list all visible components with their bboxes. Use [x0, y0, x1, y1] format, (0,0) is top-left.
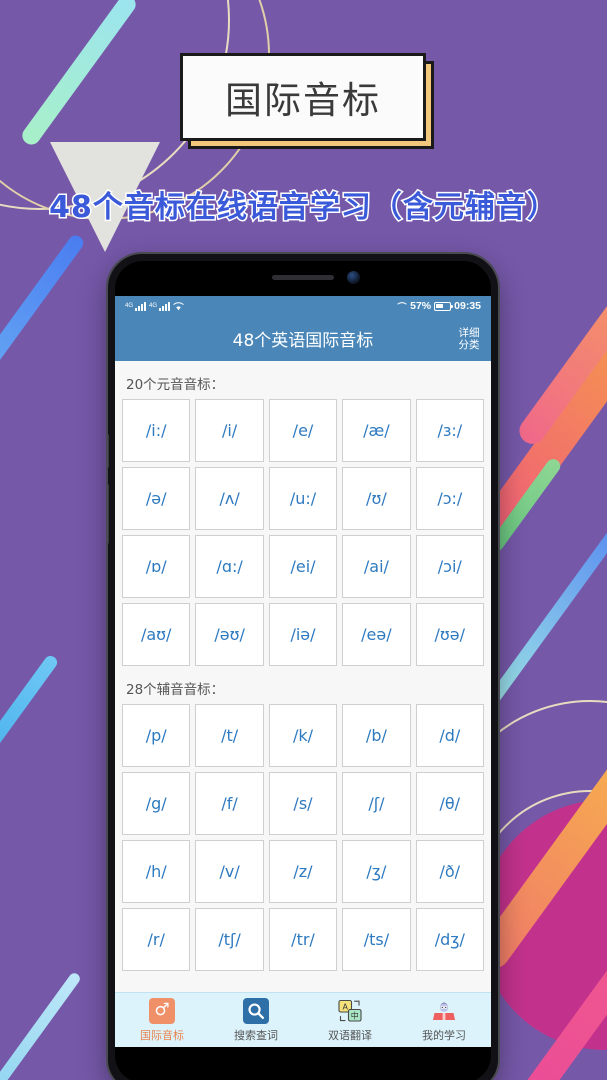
poster-subtitle: 48个音标在线语音学习（含元辅音）: [48, 189, 559, 227]
phonetic-cell[interactable]: /ə/: [122, 467, 191, 530]
app-header-title: 48个英语国际音标: [232, 331, 374, 351]
deco-disc-magenta: [480, 800, 607, 1050]
sim1-network-label: 4G: [125, 303, 134, 309]
bottom-navigation-bar: ♂ 国际音标 搜索查词 A 中 双语翻译 我的学习: [115, 992, 491, 1047]
phonetic-list[interactable]: 20个元音音标： /i:/ /i/ /e/ /æ/ /ɜ:/ /ə/ /ʌ/ /…: [115, 361, 491, 1047]
deco-stripe-cyan-left: [0, 653, 60, 807]
phonetic-cell[interactable]: /v/: [195, 840, 264, 903]
phonetic-cell[interactable]: /θ/: [415, 772, 484, 835]
deco-stripe-orange-mid: [514, 191, 607, 449]
poster-canvas: 国际音标 48个音标在线语音学习（含元辅音） 4G 4G 57% 09:35 4…: [0, 0, 607, 1080]
poster-title-block: 国际音标: [180, 53, 434, 149]
phone-notch-area: [115, 261, 491, 296]
svg-text:A: A: [342, 1002, 348, 1011]
phonetic-cell[interactable]: /ɑ:/: [195, 535, 264, 598]
deco-stripe-green: [487, 456, 563, 554]
deco-stripe-cyan-bottom: [0, 971, 83, 1080]
nav-label-study: 我的学习: [422, 1028, 466, 1042]
status-bar-right: 57% 09:35: [397, 300, 481, 312]
phone-volume-button: [108, 484, 109, 544]
phonetic-cell[interactable]: /ɒ/: [122, 535, 191, 598]
nav-label-phonetic: 国际音标: [140, 1028, 184, 1042]
phonetic-cell[interactable]: /ʌ/: [195, 467, 264, 530]
deco-stripe-blue-left: [0, 232, 87, 428]
nav-label-search: 搜索查词: [234, 1028, 278, 1042]
battery-percent-label: 57%: [410, 300, 432, 312]
phonetic-cell[interactable]: /p/: [122, 704, 191, 767]
status-bar: 4G 4G 57% 09:35: [115, 296, 491, 316]
front-camera-icon: [347, 271, 360, 284]
poster-title-text: 国际音标: [225, 79, 381, 122]
phonetic-cell[interactable]: /e/: [268, 399, 338, 462]
clock-label: 09:35: [454, 300, 481, 312]
phonetic-icon: ♂: [149, 997, 175, 1024]
nav-item-translate[interactable]: A 中 双语翻译: [303, 993, 397, 1047]
earpiece-speaker: [272, 275, 334, 280]
phone-chin: [115, 1047, 491, 1080]
nav-label-translate: 双语翻译: [328, 1028, 372, 1042]
phonetic-cell[interactable]: /ai/: [342, 535, 411, 598]
phone-screen-bezel: 4G 4G 57% 09:35 48个英语国际音标 详细 分类 20个元音音标：…: [115, 261, 491, 1080]
deco-stripe-blue-right: [481, 527, 607, 713]
sim2-network-label: 4G: [149, 303, 158, 309]
nav-item-phonetic[interactable]: ♂ 国际音标: [115, 993, 209, 1047]
phonetic-cell[interactable]: /z/: [268, 840, 338, 903]
phonetic-cell[interactable]: /d/: [415, 704, 484, 767]
consonant-grid: /p/ /t/ /k/ /b/ /d/ /g/ /f/ /s/ /ʃ/ /θ/ …: [122, 704, 484, 971]
phonetic-cell[interactable]: /ɔi/: [415, 535, 484, 598]
phonetic-cell[interactable]: /i/: [195, 399, 264, 462]
phonetic-cell[interactable]: /ɔ:/: [415, 467, 484, 530]
study-icon: [431, 998, 457, 1024]
phonetic-cell[interactable]: /aʊ/: [122, 603, 191, 666]
phonetic-cell[interactable]: /u:/: [268, 467, 338, 530]
phonetic-cell[interactable]: /tr/: [268, 908, 338, 971]
translate-icon: A 中: [337, 998, 363, 1024]
svg-text:中: 中: [351, 1010, 359, 1020]
phonetic-cell[interactable]: /r/: [122, 908, 191, 971]
status-bar-left: 4G 4G: [125, 301, 184, 311]
phonetic-cell[interactable]: /æ/: [342, 399, 411, 462]
consonant-section-heading: 28个辅音音标：: [126, 682, 225, 698]
phonetic-cell[interactable]: /dʒ/: [415, 908, 484, 971]
sim2-signal-icon: [159, 301, 171, 311]
phonetic-cell[interactable]: /t/: [195, 704, 264, 767]
poster-title-plate: 国际音标: [180, 53, 426, 141]
phonetic-cell[interactable]: /ʃ/: [342, 772, 411, 835]
phonetic-cell[interactable]: /əʊ/: [195, 603, 264, 666]
phonetic-cell[interactable]: /ð/: [415, 840, 484, 903]
phone-side-button: [108, 434, 109, 468]
phonetic-cell[interactable]: /b/: [342, 704, 411, 767]
phone-mockup: 4G 4G 57% 09:35 48个英语国际音标 详细 分类 20个元音音标：…: [108, 254, 498, 1080]
alarm-wifi-icon: [397, 302, 407, 305]
detail-category-line2: 分类: [458, 338, 480, 351]
phonetic-cell[interactable]: /f/: [195, 772, 264, 835]
phonetic-cell[interactable]: /ɜ:/: [415, 399, 484, 462]
battery-icon: [434, 301, 454, 311]
wifi-icon: [173, 301, 184, 310]
detail-category-button[interactable]: 详细 分类: [456, 327, 482, 351]
phonetic-cell[interactable]: /ʊə/: [415, 603, 484, 666]
phonetic-cell[interactable]: /h/: [122, 840, 191, 903]
phonetic-cell[interactable]: /g/: [122, 772, 191, 835]
vowel-grid: /i:/ /i/ /e/ /æ/ /ɜ:/ /ə/ /ʌ/ /u:/ /ʊ/ /…: [122, 399, 484, 666]
phonetic-cell[interactable]: /ei/: [268, 535, 338, 598]
sim1-signal-icon: [135, 301, 147, 311]
nav-item-search[interactable]: 搜索查词: [209, 993, 303, 1047]
phonetic-cell[interactable]: /eə/: [342, 603, 411, 666]
phonetic-cell[interactable]: /i:/: [122, 399, 191, 462]
vowel-section-heading: 20个元音音标：: [126, 377, 225, 393]
phonetic-cell[interactable]: /tʃ/: [195, 908, 264, 971]
app-header: 48个英语国际音标 详细 分类: [115, 316, 491, 361]
deco-stripe-mint: [18, 0, 140, 149]
phonetic-cell[interactable]: /s/: [268, 772, 338, 835]
phonetic-cell[interactable]: /ʒ/: [342, 840, 411, 903]
detail-category-line1: 详细: [458, 326, 480, 339]
phonetic-cell[interactable]: /ʊ/: [342, 467, 411, 530]
phonetic-cell[interactable]: /iə/: [268, 603, 338, 666]
phonetic-cell[interactable]: /k/: [268, 704, 338, 767]
app-screen: 4G 4G 57% 09:35 48个英语国际音标 详细 分类 20个元音音标：…: [115, 296, 491, 1047]
search-icon: [243, 997, 269, 1024]
phonetic-cell[interactable]: /ts/: [342, 908, 411, 971]
nav-item-study[interactable]: 我的学习: [397, 993, 491, 1047]
